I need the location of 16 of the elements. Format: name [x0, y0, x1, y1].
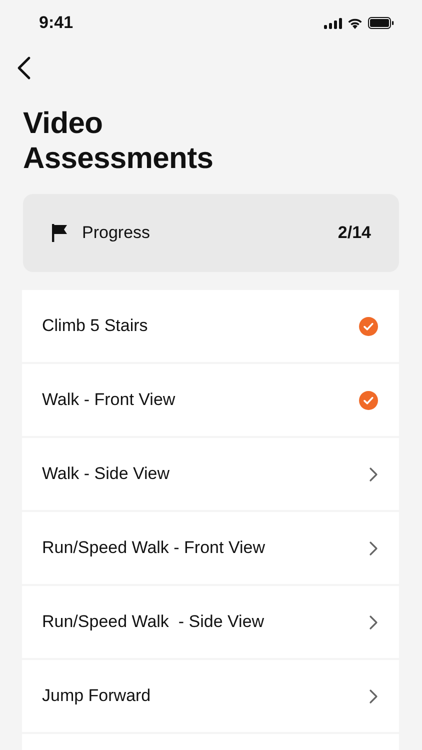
back-button[interactable]	[17, 56, 31, 82]
battery-icon	[368, 17, 394, 29]
back-chevron-icon	[17, 56, 31, 80]
signal-icon	[324, 18, 342, 28]
assessment-row[interactable]: Run/Speed Walk - Front View	[22, 512, 399, 584]
progress-label: Progress	[82, 223, 152, 243]
assessment-row[interactable]: Run/Speed Walk - Side View	[22, 586, 399, 658]
flag-icon	[51, 224, 67, 242]
status-time: 9:41	[39, 13, 74, 33]
wifi-icon	[347, 17, 363, 29]
assessment-row[interactable]: Climb 5 Stairs	[22, 290, 399, 362]
assessment-row[interactable]: Walk - Front View	[22, 364, 399, 436]
assessment-row[interactable]: Walk - Side View	[22, 438, 399, 510]
assessment-row[interactable]: Jump Forward	[22, 660, 399, 732]
page-title: Video Assessments	[23, 106, 214, 176]
progress-count: 2/14	[338, 223, 371, 243]
